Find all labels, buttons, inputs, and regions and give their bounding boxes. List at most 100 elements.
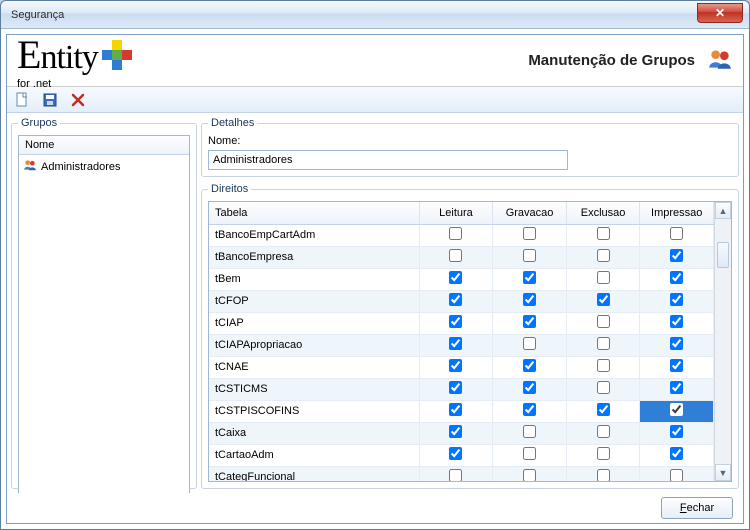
table-row[interactable]: tCIAP (209, 312, 714, 334)
col-tabela[interactable]: Tabela (209, 202, 419, 224)
table-row[interactable]: tBem (209, 268, 714, 290)
cell-gravacao[interactable] (493, 422, 567, 444)
checkbox-leitura[interactable] (449, 403, 462, 416)
col-exclusao[interactable]: Exclusao (566, 202, 640, 224)
cell-gravacao[interactable] (493, 378, 567, 400)
checkbox-leitura[interactable] (449, 447, 462, 460)
cell-tabela[interactable]: tCSTICMS (209, 378, 419, 400)
checkbox-impressao[interactable] (670, 227, 683, 240)
checkbox-gravacao[interactable] (523, 381, 536, 394)
checkbox-leitura[interactable] (449, 469, 462, 481)
checkbox-exclusao[interactable] (597, 403, 610, 416)
cell-impressao[interactable] (640, 378, 714, 400)
cell-impressao[interactable] (640, 466, 714, 481)
checkbox-impressao[interactable] (670, 359, 683, 372)
cell-tabela[interactable]: tCategFuncional (209, 466, 419, 481)
cell-impressao[interactable] (640, 246, 714, 268)
table-row[interactable]: tCFOP (209, 290, 714, 312)
cell-gravacao[interactable] (493, 400, 567, 422)
table-row[interactable]: tCSTPISCOFINS (209, 400, 714, 422)
cell-leitura[interactable] (419, 312, 493, 334)
cell-leitura[interactable] (419, 444, 493, 466)
new-button[interactable] (13, 91, 31, 109)
cell-impressao[interactable] (640, 290, 714, 312)
cell-leitura[interactable] (419, 290, 493, 312)
checkbox-gravacao[interactable] (523, 315, 536, 328)
checkbox-gravacao[interactable] (523, 337, 536, 350)
scroll-down-button[interactable]: ▼ (715, 464, 731, 481)
cell-exclusao[interactable] (566, 224, 640, 246)
cell-gravacao[interactable] (493, 334, 567, 356)
checkbox-exclusao[interactable] (597, 271, 610, 284)
checkbox-exclusao[interactable] (597, 469, 610, 481)
cell-leitura[interactable] (419, 356, 493, 378)
groups-column-header[interactable]: Nome (19, 136, 189, 155)
checkbox-impressao[interactable] (670, 293, 683, 306)
cell-exclusao[interactable] (566, 400, 640, 422)
checkbox-exclusao[interactable] (597, 227, 610, 240)
scroll-thumb[interactable] (717, 242, 729, 268)
checkbox-impressao[interactable] (670, 315, 683, 328)
cell-exclusao[interactable] (566, 356, 640, 378)
cell-exclusao[interactable] (566, 378, 640, 400)
delete-button[interactable] (69, 91, 87, 109)
cell-tabela[interactable]: tCNAE (209, 356, 419, 378)
checkbox-gravacao[interactable] (523, 447, 536, 460)
cell-exclusao[interactable] (566, 312, 640, 334)
checkbox-impressao[interactable] (670, 403, 683, 416)
cell-tabela[interactable]: tCIAP (209, 312, 419, 334)
table-row[interactable]: tCartaoAdm (209, 444, 714, 466)
cell-tabela[interactable]: tBancoEmpCartAdm (209, 224, 419, 246)
cell-leitura[interactable] (419, 378, 493, 400)
cell-gravacao[interactable] (493, 444, 567, 466)
close-button[interactable]: ✕ (697, 3, 743, 23)
checkbox-leitura[interactable] (449, 381, 462, 394)
checkbox-leitura[interactable] (449, 359, 462, 372)
checkbox-leitura[interactable] (449, 315, 462, 328)
cell-leitura[interactable] (419, 268, 493, 290)
cell-exclusao[interactable] (566, 268, 640, 290)
table-row[interactable]: tCategFuncional (209, 466, 714, 481)
checkbox-gravacao[interactable] (523, 359, 536, 372)
checkbox-impressao[interactable] (670, 447, 683, 460)
list-item[interactable]: Administradores (19, 155, 189, 178)
checkbox-exclusao[interactable] (597, 425, 610, 438)
cell-gravacao[interactable] (493, 290, 567, 312)
checkbox-impressao[interactable] (670, 249, 683, 262)
cell-exclusao[interactable] (566, 466, 640, 481)
table-row[interactable]: tCNAE (209, 356, 714, 378)
cell-impressao[interactable] (640, 268, 714, 290)
cell-impressao[interactable] (640, 312, 714, 334)
cell-tabela[interactable]: tCFOP (209, 290, 419, 312)
checkbox-exclusao[interactable] (597, 249, 610, 262)
cell-gravacao[interactable] (493, 356, 567, 378)
cell-impressao[interactable] (640, 334, 714, 356)
cell-impressao[interactable] (640, 422, 714, 444)
checkbox-impressao[interactable] (670, 337, 683, 350)
cell-exclusao[interactable] (566, 246, 640, 268)
titlebar[interactable]: Segurança ✕ (1, 1, 749, 29)
checkbox-impressao[interactable] (670, 425, 683, 438)
checkbox-gravacao[interactable] (523, 425, 536, 438)
cell-gravacao[interactable] (493, 466, 567, 481)
scrollbar[interactable]: ▲ ▼ (714, 202, 731, 481)
cell-exclusao[interactable] (566, 290, 640, 312)
cell-tabela[interactable]: tCIAPApropriacao (209, 334, 419, 356)
close-dialog-button[interactable]: Fechar (661, 497, 733, 519)
table-row[interactable]: tCSTICMS (209, 378, 714, 400)
table-row[interactable]: tCaixa (209, 422, 714, 444)
checkbox-exclusao[interactable] (597, 293, 610, 306)
scroll-up-button[interactable]: ▲ (715, 202, 731, 219)
cell-tabela[interactable]: tCSTPISCOFINS (209, 400, 419, 422)
checkbox-leitura[interactable] (449, 227, 462, 240)
save-button[interactable] (41, 91, 59, 109)
cell-leitura[interactable] (419, 422, 493, 444)
checkbox-gravacao[interactable] (523, 403, 536, 416)
cell-gravacao[interactable] (493, 268, 567, 290)
checkbox-exclusao[interactable] (597, 447, 610, 460)
cell-leitura[interactable] (419, 466, 493, 481)
cell-exclusao[interactable] (566, 334, 640, 356)
cell-tabela[interactable]: tCartaoAdm (209, 444, 419, 466)
cell-tabela[interactable]: tCaixa (209, 422, 419, 444)
groups-list[interactable]: Nome Administradores (18, 135, 190, 493)
